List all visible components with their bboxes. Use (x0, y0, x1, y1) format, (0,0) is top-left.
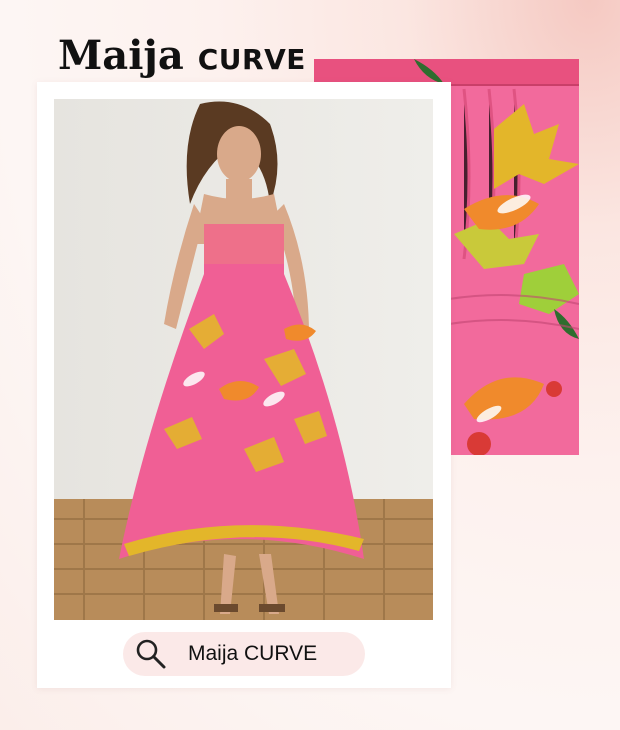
search-icon (136, 639, 166, 669)
search-button[interactable]: Maija CURVE (123, 632, 365, 676)
collection-name: CURVE (197, 43, 306, 76)
main-product-image[interactable] (54, 99, 433, 620)
search-label: Maija CURVE (188, 642, 318, 665)
brand-name: Maija (58, 32, 184, 79)
page-title: Maija CURVE (58, 34, 306, 82)
